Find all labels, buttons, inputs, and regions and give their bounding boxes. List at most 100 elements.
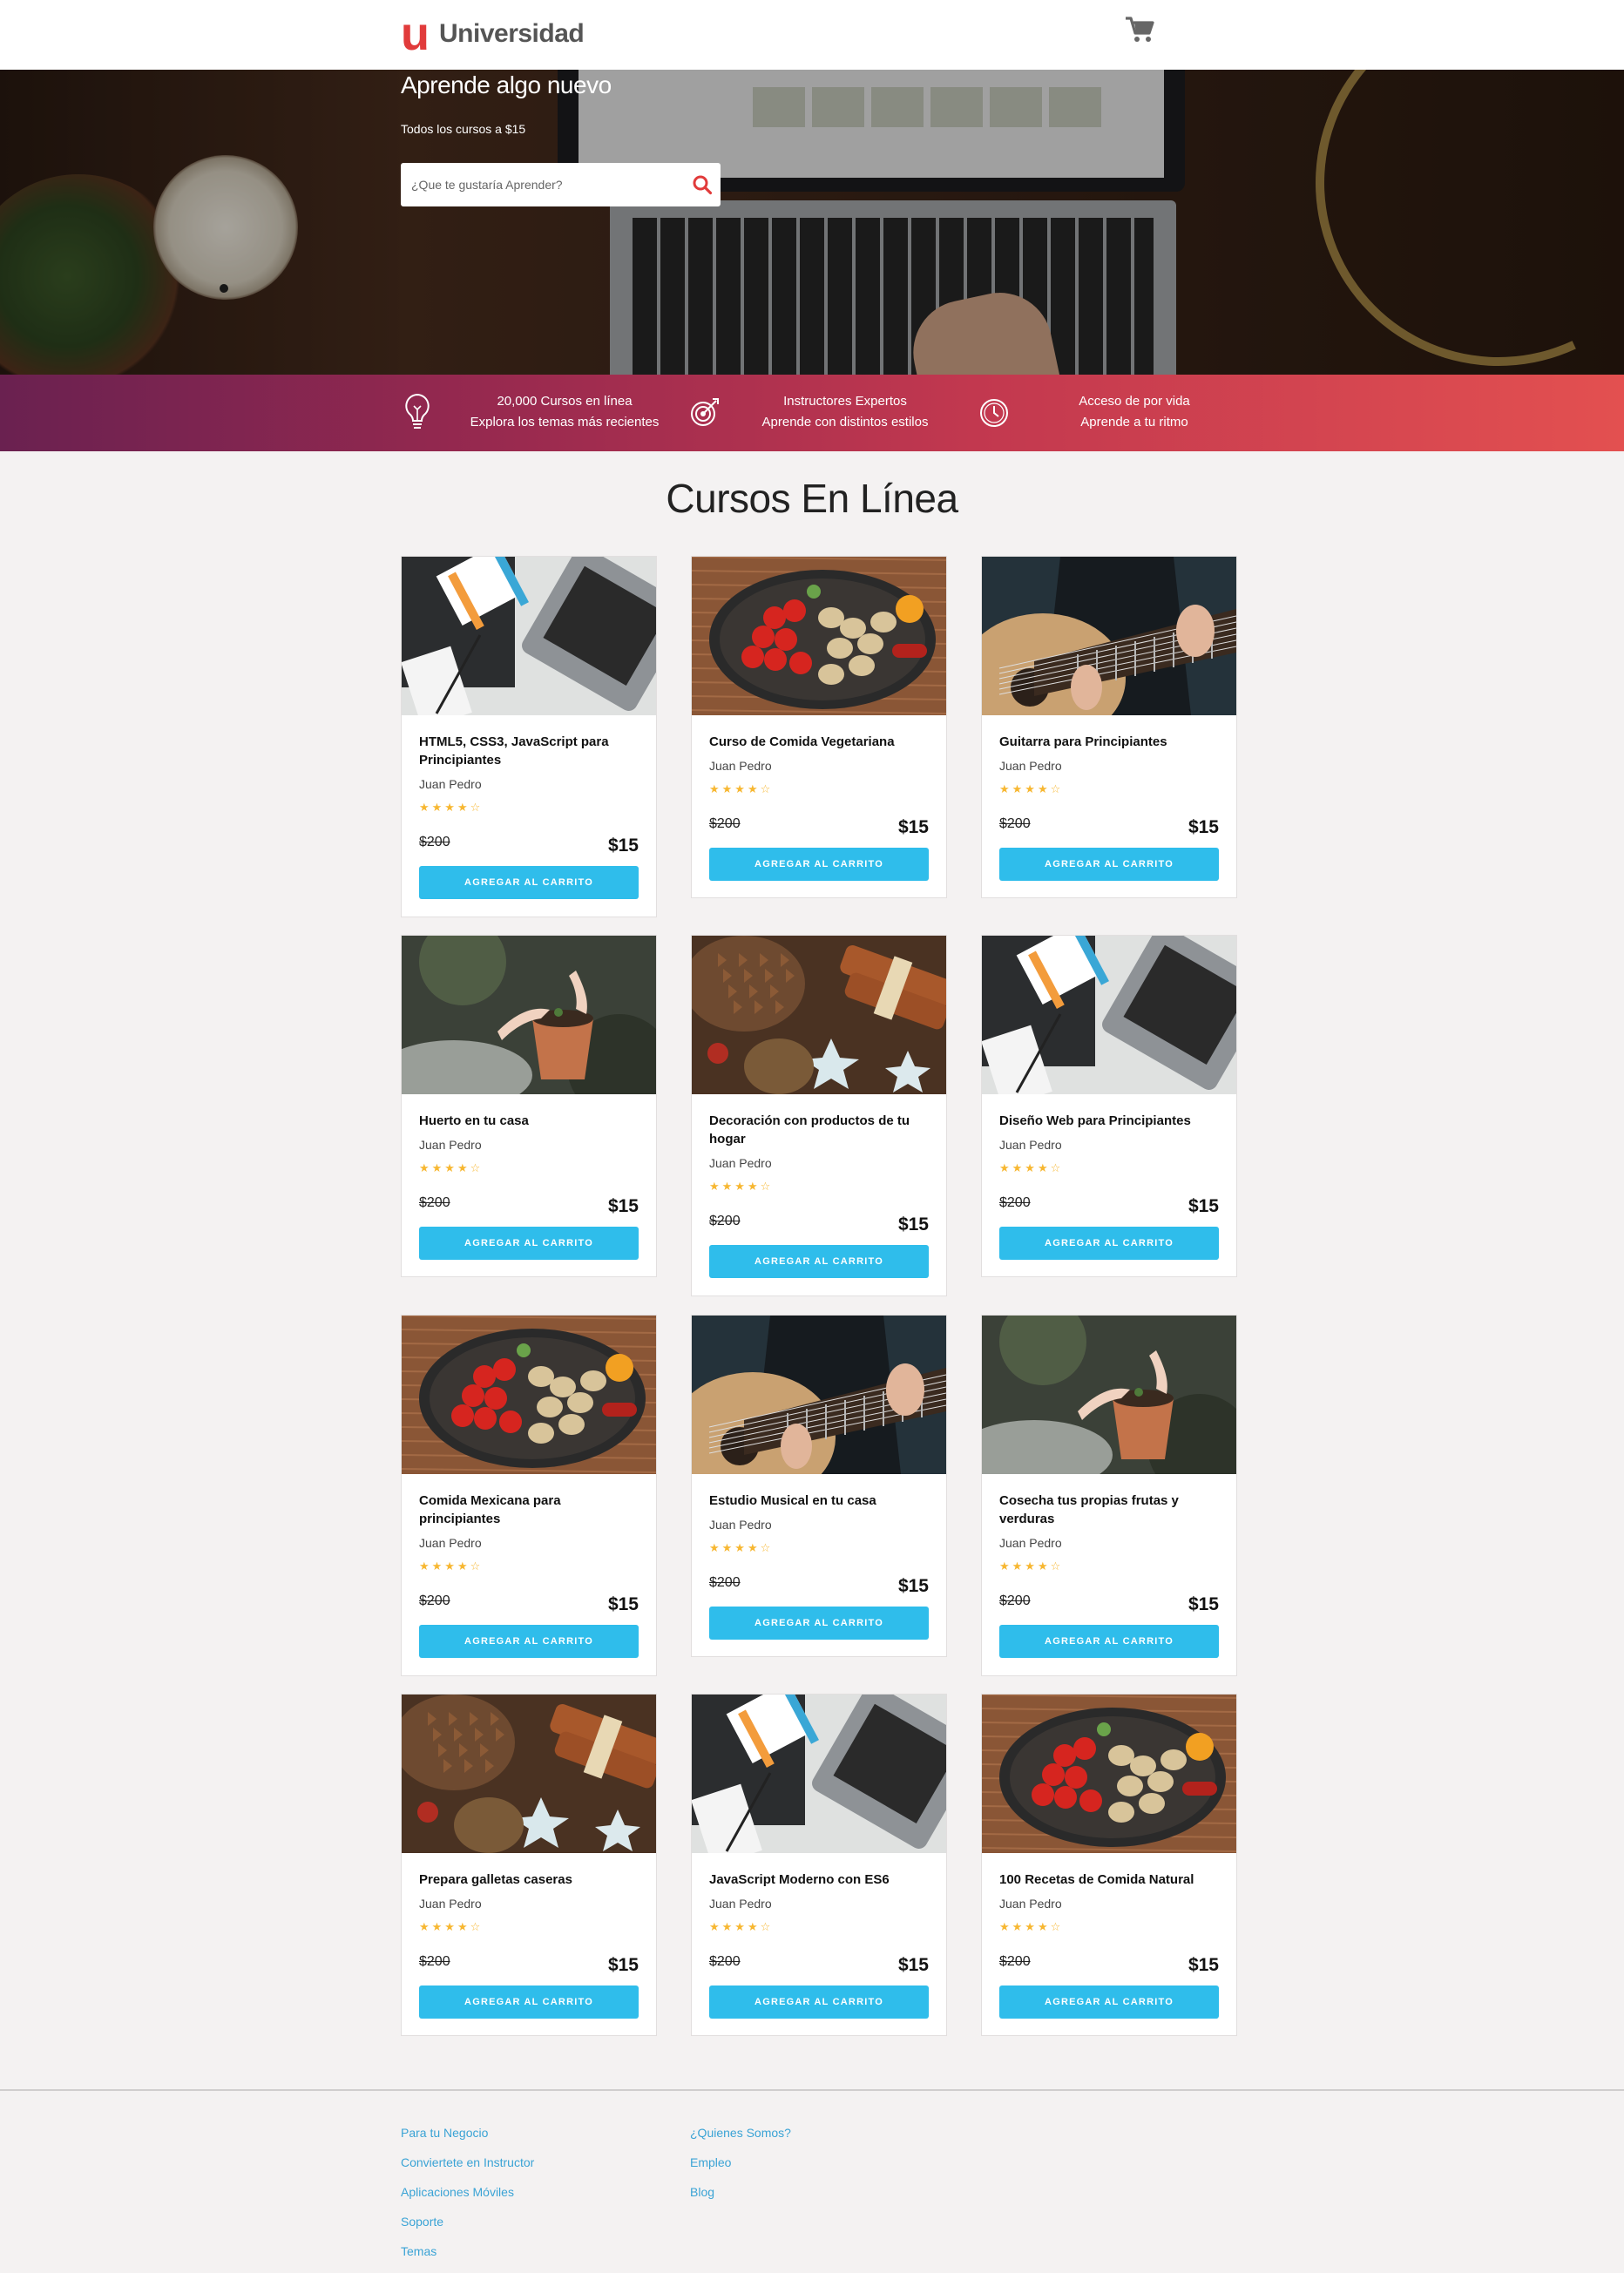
course-title[interactable]: HTML5, CSS3, JavaScript para Principiant… [419,733,642,769]
course-image[interactable] [692,936,946,1094]
course-title[interactable]: Curso de Comida Vegetariana [709,733,932,751]
course-author: Juan Pedro [419,1138,482,1152]
old-price: $200 [999,1195,1031,1210]
course-author: Juan Pedro [709,1897,772,1911]
footer-link-negocio[interactable]: Para tu Negocio [401,2126,534,2155]
old-price: $200 [419,1954,450,1969]
footer-link-empleo[interactable]: Empleo [690,2155,791,2185]
hero-banner [0,70,1624,375]
course-author: Juan Pedro [709,759,772,773]
old-price: $200 [419,1593,450,1608]
current-price: $15 [897,1576,929,1596]
add-to-cart-button[interactable]: AGREGAR AL CARRITO [419,1625,639,1658]
add-to-cart-button[interactable]: AGREGAR AL CARRITO [419,1227,639,1260]
course-title[interactable]: Comida Mexicana para principiantes [419,1492,642,1528]
footer-link-instructor[interactable]: Conviertete en Instructor [401,2155,534,2185]
course-card[interactable]: Guitarra para Principiantes Juan Pedro ★★★… [981,556,1237,898]
rating-stars: ★★★★☆ [419,1162,484,1175]
footer-link-quienes-somos[interactable]: ¿Quienes Somos? [690,2126,791,2155]
footer-link-temas[interactable]: Temas [401,2244,534,2273]
rating-stars: ★★★★☆ [709,783,774,796]
add-to-cart-button[interactable]: AGREGAR AL CARRITO [999,1985,1219,2019]
old-price: $200 [709,1954,741,1969]
shopping-cart-icon[interactable] [1124,16,1155,44]
rating-stars: ★★★★☆ [709,1542,774,1555]
course-card[interactable]: JavaScript Moderno con ES6 Juan Pedro ★★★★… [691,1694,947,2036]
course-author: Juan Pedro [419,777,482,791]
old-price: $200 [419,835,450,849]
footer-link-blog[interactable]: Blog [690,2185,791,2215]
course-title[interactable]: JavaScript Moderno con ES6 [709,1870,932,1889]
course-image[interactable] [402,936,656,1094]
old-price: $200 [709,1214,741,1228]
course-title[interactable]: Prepara galletas caseras [419,1870,642,1889]
course-image[interactable] [982,1695,1236,1853]
course-image[interactable] [692,1695,946,1853]
current-price: $15 [607,1196,639,1216]
add-to-cart-button[interactable]: AGREGAR AL CARRITO [709,848,929,881]
section-title: Cursos En Línea [666,476,958,521]
add-to-cart-button[interactable]: AGREGAR AL CARRITO [999,1625,1219,1658]
course-title[interactable]: 100 Recetas de Comida Natural [999,1870,1222,1889]
course-card[interactable]: Cosecha tus propias frutas y verduras Jua… [981,1315,1237,1676]
course-card[interactable]: Decoración con productos de tu hogar Juan… [691,935,947,1296]
course-card[interactable]: Diseño Web para Principiantes Juan Pedro ★… [981,935,1237,1277]
add-to-cart-button[interactable]: AGREGAR AL CARRITO [709,1245,929,1278]
search-input[interactable] [411,163,673,206]
course-author: Juan Pedro [999,1138,1062,1152]
course-title[interactable]: Decoración con productos de tu hogar [709,1112,932,1148]
rating-stars: ★★★★☆ [999,783,1064,796]
course-image[interactable] [402,557,656,715]
course-title[interactable]: Huerto en tu casa [419,1112,642,1130]
feature-courses-title: 20,000 Cursos en línea [497,394,633,409]
course-card[interactable]: Comida Mexicana para principiantes Juan P… [401,1315,657,1676]
footer-divider [0,2089,1624,2091]
current-price: $15 [1188,1594,1219,1614]
course-author: Juan Pedro [999,1897,1062,1911]
course-image[interactable] [982,1316,1236,1474]
footer-column-1: Para tu Negocio Conviertete en Instructo… [401,2126,534,2273]
course-title[interactable]: Diseño Web para Principiantes [999,1112,1222,1130]
rating-stars: ★★★★☆ [419,802,484,815]
footer-link-apps[interactable]: Aplicaciones Móviles [401,2185,534,2215]
logo[interactable]: u Universidad [401,10,585,58]
hero-subtitle: Todos los cursos a $15 [401,122,526,136]
course-image[interactable] [692,557,946,715]
feature-access-subtitle: Aprende a tu ritmo [1080,415,1188,430]
course-title[interactable]: Cosecha tus propias frutas y verduras [999,1492,1222,1528]
add-to-cart-button[interactable]: AGREGAR AL CARRITO [999,1227,1219,1260]
course-image[interactable] [402,1316,656,1474]
current-price: $15 [607,835,639,856]
course-card[interactable]: Huerto en tu casa Juan Pedro ★★★★☆ $200 $15 A… [401,935,657,1277]
search-icon[interactable] [692,174,713,195]
course-card[interactable]: Prepara galletas caseras Juan Pedro ★★★★☆ $… [401,1694,657,2036]
course-author: Juan Pedro [419,1897,482,1911]
rating-stars: ★★★★☆ [709,1180,774,1194]
add-to-cart-button[interactable]: AGREGAR AL CARRITO [709,1607,929,1640]
add-to-cart-button[interactable]: AGREGAR AL CARRITO [419,866,639,899]
footer-link-soporte[interactable]: Soporte [401,2215,534,2244]
course-card[interactable]: HTML5, CSS3, JavaScript para Principiant… [401,556,657,917]
course-image[interactable] [982,936,1236,1094]
course-image[interactable] [982,557,1236,715]
course-author: Juan Pedro [709,1156,772,1170]
course-image[interactable] [402,1695,656,1853]
current-price: $15 [1188,1955,1219,1975]
old-price: $200 [419,1195,450,1210]
course-card[interactable]: Curso de Comida Vegetariana Juan Pedro ★★★… [691,556,947,898]
course-image[interactable] [692,1316,946,1474]
course-title[interactable]: Estudio Musical en tu casa [709,1492,932,1510]
course-card[interactable]: 100 Recetas de Comida Natural Juan Pedro ★… [981,1694,1237,2036]
add-to-cart-button[interactable]: AGREGAR AL CARRITO [709,1985,929,2019]
old-price: $200 [999,1593,1031,1608]
current-price: $15 [1188,1196,1219,1216]
current-price: $15 [607,1955,639,1975]
add-to-cart-button[interactable]: AGREGAR AL CARRITO [419,1985,639,2019]
rating-stars: ★★★★☆ [999,1162,1064,1175]
course-title[interactable]: Guitarra para Principiantes [999,733,1222,751]
rating-stars: ★★★★☆ [999,1560,1064,1573]
old-price: $200 [709,1575,741,1590]
rating-stars: ★★★★☆ [419,1560,484,1573]
course-card[interactable]: Estudio Musical en tu casa Juan Pedro ★★★★… [691,1315,947,1657]
add-to-cart-button[interactable]: AGREGAR AL CARRITO [999,848,1219,881]
